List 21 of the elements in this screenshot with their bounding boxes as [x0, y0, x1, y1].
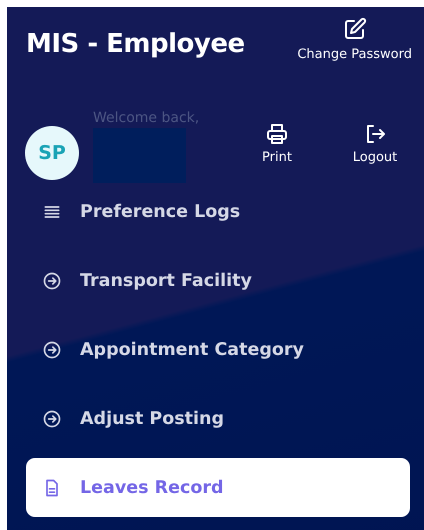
menu-label: Preference Logs [80, 202, 240, 222]
welcome-text: Welcome back, [93, 110, 200, 126]
print-button[interactable]: Print [228, 122, 326, 165]
printer-icon [265, 122, 289, 146]
change-password-button[interactable]: Change Password [297, 17, 412, 62]
app-title: MIS - Employee [26, 29, 245, 61]
menu-label: Transport Facility [80, 270, 252, 290]
menu-item[interactable]: Adjust Posting [26, 389, 410, 448]
arrow-circle-icon [42, 270, 62, 290]
menu-item[interactable]: Appointment Category [26, 320, 410, 379]
menu-item[interactable]: Transport Facility [26, 251, 410, 310]
arrow-circle-icon [42, 408, 62, 428]
menu-label: Leaves Record [80, 478, 224, 498]
avatar: SP [25, 126, 79, 180]
arrow-circle-icon [42, 340, 62, 360]
menu-item[interactable]: Leaves Record [26, 458, 410, 517]
edit-icon [342, 17, 367, 41]
menu-item[interactable]: Preference Logs [26, 182, 410, 241]
menu-label: Adjust Posting [80, 408, 224, 428]
menu-label: Appointment Category [80, 340, 304, 360]
logout-button[interactable]: Logout [326, 122, 424, 165]
